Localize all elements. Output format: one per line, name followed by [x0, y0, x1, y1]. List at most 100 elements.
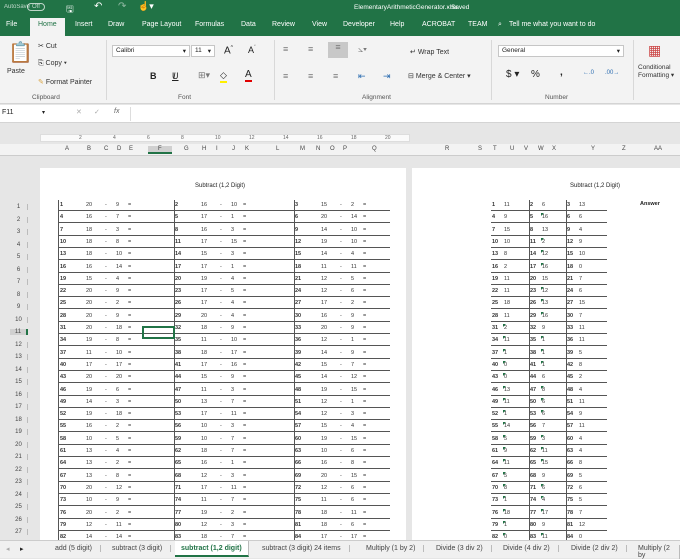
currency-button[interactable]: $ ▾	[506, 69, 519, 80]
bold-button[interactable]: B	[150, 71, 157, 81]
selected-cell-f11[interactable]	[142, 326, 175, 339]
column-header[interactable]: Z	[622, 146, 626, 152]
column-header[interactable]: S	[478, 146, 482, 152]
underline-button[interactable]: U	[172, 71, 179, 81]
row-header[interactable]: 17	[10, 404, 28, 410]
row-header[interactable]: 15	[10, 379, 28, 385]
touch-mode-icon[interactable]: ☝▾	[138, 1, 154, 12]
column-header[interactable]: W	[538, 146, 544, 152]
row-header[interactable]: 25	[10, 504, 28, 510]
sheet-tab[interactable]: add (5 digit)	[55, 545, 101, 552]
column-header[interactable]: I	[216, 146, 218, 152]
row-header[interactable]: 19	[10, 429, 28, 435]
orientation-icon[interactable]: ⦣▾	[358, 44, 367, 55]
font-color-icon[interactable]: A	[245, 69, 252, 82]
tab-draw[interactable]: Draw	[108, 21, 124, 28]
column-header[interactable]: E	[129, 146, 133, 152]
column-header[interactable]: D	[117, 146, 121, 152]
column-header[interactable]: U	[510, 146, 514, 152]
row-header[interactable]: 27	[10, 529, 28, 535]
tab-acrobat[interactable]: ACROBAT	[422, 21, 455, 28]
align-right-icon[interactable]: ≡	[333, 71, 338, 81]
row-header[interactable]: 21	[10, 454, 28, 460]
column-header[interactable]: K	[245, 146, 249, 152]
column-header[interactable]: C	[104, 146, 108, 152]
bottom-align-icon[interactable]: ≡	[328, 42, 348, 58]
sheet-tab[interactable]: subtract (3 digit)	[112, 545, 172, 552]
tab-file[interactable]: File	[6, 21, 17, 28]
tab-formulas[interactable]: Formulas	[195, 21, 224, 28]
increase-decimal-icon[interactable]: ←.0	[583, 70, 594, 76]
decrease-decimal-icon[interactable]: .00→	[605, 70, 619, 76]
row-header[interactable]: 6	[10, 266, 28, 273]
row-header[interactable]: 23	[10, 479, 28, 485]
sheet-tab[interactable]: Multiply (1 by 2)	[366, 545, 425, 552]
row-header[interactable]: 8	[10, 291, 28, 298]
row-header[interactable]: 7	[10, 279, 28, 285]
sheet-tab[interactable]: Divide (3 div 2)	[436, 545, 492, 552]
fill-color-icon[interactable]: ◇	[220, 70, 227, 83]
number-format-select[interactable]: General ▾	[498, 45, 624, 57]
sheet-tab[interactable]: Multiply (2 by	[638, 545, 680, 559]
row-header[interactable]: 16	[10, 391, 28, 398]
font-name-select[interactable]: Calibri ▾	[112, 45, 190, 57]
name-box-dropdown-icon[interactable]: ▾	[42, 109, 45, 116]
borders-icon[interactable]: ⊞▾	[198, 70, 210, 81]
prev-sheet-icon[interactable]: ◂	[6, 545, 10, 553]
row-header[interactable]: 26	[10, 516, 28, 523]
row-header[interactable]: 2	[10, 216, 28, 223]
column-header[interactable]: H	[202, 146, 206, 152]
wrap-text-button[interactable]: ↵ Wrap Text	[410, 48, 449, 56]
row-header[interactable]: 20	[10, 441, 28, 448]
name-box[interactable]: F11	[2, 109, 14, 116]
column-header[interactable]: Q	[372, 146, 377, 152]
row-header[interactable]: 13	[10, 354, 28, 360]
next-sheet-icon[interactable]: ▸	[20, 545, 24, 553]
column-header[interactable]: P	[343, 146, 347, 152]
row-header[interactable]: 14	[10, 366, 28, 373]
row-header[interactable]: 4	[10, 241, 28, 248]
cut-button[interactable]: ✂ Cut	[38, 42, 57, 50]
copy-button[interactable]: ⎘ Copy ▾	[38, 60, 67, 68]
column-header[interactable]: A	[65, 146, 69, 152]
merge-center-button[interactable]: ⊟ Merge & Center ▾	[408, 72, 471, 80]
row-header[interactable]: 22	[10, 466, 28, 473]
percent-button[interactable]: %	[531, 69, 540, 80]
column-header[interactable]: G	[184, 146, 189, 152]
formula-input[interactable]	[130, 107, 680, 121]
row-header[interactable]: 10	[10, 316, 28, 323]
sheet-tab[interactable]: Divide (2 div 2)	[571, 545, 627, 552]
column-header[interactable]: V	[524, 146, 528, 152]
column-header[interactable]: R	[445, 146, 449, 152]
tell-me-input[interactable]: Tell me what you want to do	[509, 21, 595, 28]
tab-insert[interactable]: Insert	[75, 21, 93, 28]
tab-review[interactable]: Review	[272, 21, 295, 28]
column-header[interactable]: AA	[654, 146, 662, 152]
column-header[interactable]: L	[276, 146, 279, 152]
row-header[interactable]: 5	[10, 254, 28, 260]
row-header[interactable]: 12	[10, 341, 28, 348]
undo-icon[interactable]: ↶	[94, 1, 102, 12]
middle-align-icon[interactable]: ≡	[308, 44, 313, 54]
row-header[interactable]: 3	[10, 229, 28, 235]
comma-button[interactable]: ,	[560, 67, 563, 78]
column-header[interactable]: F	[148, 146, 172, 154]
font-size-select[interactable]: 11 ▾	[191, 45, 215, 57]
row-header[interactable]: 11	[10, 329, 28, 335]
format-painter-button[interactable]: ✎ Format Painter	[38, 78, 92, 86]
paste-icon[interactable]: 📋	[8, 40, 33, 65]
top-align-icon[interactable]: ≡	[283, 44, 288, 54]
row-header[interactable]: 18	[10, 416, 28, 423]
sheet-tab[interactable]: subtract (3 digit) 24 items	[262, 545, 350, 552]
increase-indent-icon[interactable]: ⇥	[383, 71, 391, 82]
column-header[interactable]: O	[330, 146, 335, 152]
autosave-toggle[interactable]: Off	[27, 3, 45, 11]
row-header[interactable]: 9	[10, 304, 28, 310]
tab-help[interactable]: Help	[390, 21, 404, 28]
tab-team[interactable]: TEAM	[468, 21, 487, 28]
column-header[interactable]: T	[493, 146, 497, 152]
conditional-formatting-button[interactable]: Conditional Formatting ▾	[638, 64, 674, 79]
cancel-icon[interactable]: ✕	[76, 108, 82, 116]
sheet-tab[interactable]: subtract (1,2 digit)	[175, 541, 249, 557]
column-header[interactable]: J	[232, 146, 235, 152]
